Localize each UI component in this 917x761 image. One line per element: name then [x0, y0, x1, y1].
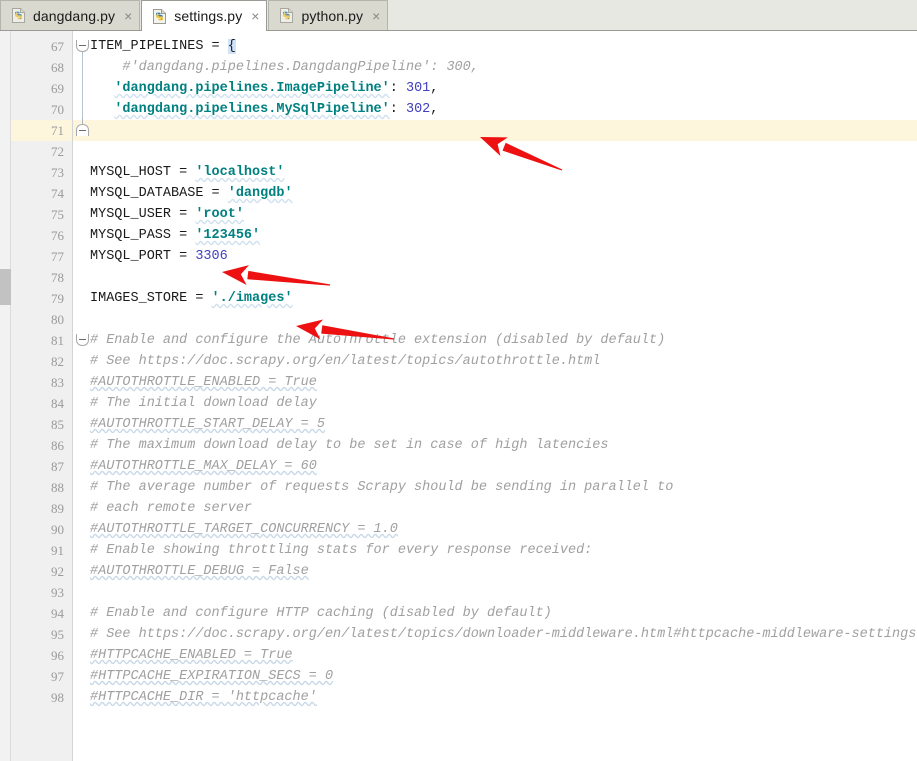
line-number: 69: [51, 81, 64, 96]
line-number: 70: [51, 102, 64, 117]
line-number: 71: [51, 123, 64, 138]
editor-tab-bar: dangdang.py × settings.py × python.py ×: [0, 0, 917, 31]
editor-marker-icon: [1, 33, 10, 42]
editor-tab-dangdang-py[interactable]: dangdang.py ×: [0, 0, 141, 30]
line-number: 85: [51, 417, 64, 432]
line-number: 93: [51, 585, 64, 600]
line-number: 89: [51, 501, 64, 516]
editor-tab-label: settings.py: [174, 8, 243, 24]
code-fold-end-icon[interactable]: [76, 124, 89, 137]
line-number: 87: [51, 459, 64, 474]
line-number: 90: [51, 522, 64, 537]
code-line[interactable]: #AUTOTHROTTLE_ENABLED = True: [90, 372, 317, 393]
close-icon[interactable]: ×: [372, 9, 380, 23]
line-number: 91: [51, 543, 64, 558]
line-number: 83: [51, 375, 64, 390]
close-icon[interactable]: ×: [251, 9, 259, 23]
code-line[interactable]: # Enable showing throttling stats for ev…: [90, 540, 592, 561]
code-line[interactable]: MYSQL_USER = 'root': [90, 204, 244, 225]
code-line[interactable]: # Enable and configure HTTP caching (dis…: [90, 603, 552, 624]
line-number: 77: [51, 249, 64, 264]
line-number: 80: [51, 312, 64, 327]
line-number: 97: [51, 669, 64, 684]
line-number: 96: [51, 648, 64, 663]
line-number: 72: [51, 144, 64, 159]
code-line[interactable]: IMAGES_STORE = './images': [90, 288, 293, 309]
code-line[interactable]: MYSQL_PASS = '123456': [90, 225, 260, 246]
code-line[interactable]: # The maximum download delay to be set i…: [90, 435, 608, 456]
code-line[interactable]: ITEM_PIPELINES = {: [90, 36, 236, 57]
code-line[interactable]: #HTTPCACHE_ENABLED = True: [90, 645, 293, 666]
code-line[interactable]: # each remote server: [90, 498, 252, 519]
indent-guide: [82, 53, 83, 118]
code-line[interactable]: #AUTOTHROTTLE_TARGET_CONCURRENCY = 1.0: [90, 519, 398, 540]
line-number: 82: [51, 354, 64, 369]
line-number: 92: [51, 564, 64, 579]
line-number: 74: [51, 186, 64, 201]
line-number: 67: [51, 39, 64, 54]
line-number: 86: [51, 438, 64, 453]
code-line[interactable]: #AUTOTHROTTLE_DEBUG = False: [90, 561, 309, 582]
code-line[interactable]: # The initial download delay: [90, 393, 317, 414]
code-line[interactable]: # See https://doc.scrapy.org/en/latest/t…: [90, 624, 916, 645]
close-icon[interactable]: ×: [124, 9, 132, 23]
code-line[interactable]: #HTTPCACHE_EXPIRATION_SECS = 0: [90, 666, 333, 687]
line-number: 78: [51, 270, 64, 285]
line-number: 81: [51, 333, 64, 348]
code-line[interactable]: #'dangdang.pipelines.DangdangPipeline': …: [90, 57, 478, 78]
code-line[interactable]: #HTTPCACHE_DIR = 'httpcache': [90, 687, 317, 708]
python-file-icon: [278, 7, 295, 24]
line-number: 73: [51, 165, 64, 180]
code-line[interactable]: MYSQL_HOST = 'localhost': [90, 162, 284, 183]
code-line[interactable]: #AUTOTHROTTLE_MAX_DELAY = 60: [90, 456, 317, 477]
line-number: 75: [51, 207, 64, 222]
editor-tab-label: dangdang.py: [33, 7, 116, 24]
editor-tab-label: python.py: [301, 7, 364, 24]
python-file-icon: [10, 7, 27, 24]
editor-tab-settings-py[interactable]: settings.py ×: [141, 0, 268, 31]
line-number: 68: [51, 60, 64, 75]
line-number: 76: [51, 228, 64, 243]
code-line[interactable]: 'dangdang.pipelines.ImagePipeline': 301,: [90, 78, 438, 99]
line-number: 84: [51, 396, 64, 411]
code-line[interactable]: MYSQL_PORT = 3306: [90, 246, 228, 267]
code-editor[interactable]: 67 68 69 70 71 72 73 74 75 76 77 78 79 80 81 82 83 84 85 86…: [0, 31, 917, 761]
line-number: 98: [51, 690, 64, 705]
current-line-highlight: [73, 120, 917, 141]
editor-window: dangdang.py × settings.py × python.py × 67 68 6…: [0, 0, 917, 761]
code-line[interactable]: # Enable and configure the AutoThrottle …: [90, 330, 665, 351]
editor-tab-python-py[interactable]: python.py ×: [268, 0, 389, 30]
line-number: 88: [51, 480, 64, 495]
code-line[interactable]: # See https://doc.scrapy.org/en/latest/t…: [90, 351, 600, 372]
code-fold-collapse-icon[interactable]: [76, 334, 89, 347]
line-number: 94: [51, 606, 64, 621]
code-line[interactable]: 'dangdang.pipelines.MySqlPipeline': 302,: [90, 99, 438, 120]
editor-gutter[interactable]: 67 68 69 70 71 72 73 74 75 76 77 78 79 80 81 82 83 84 85 86…: [11, 31, 72, 761]
python-file-icon: [151, 8, 168, 25]
line-number: 79: [51, 291, 64, 306]
code-line[interactable]: #AUTOTHROTTLE_START_DELAY = 5: [90, 414, 325, 435]
line-number: 95: [51, 627, 64, 642]
code-line[interactable]: # The average number of requests Scrapy …: [90, 477, 673, 498]
code-line[interactable]: MYSQL_DATABASE = 'dangdb': [90, 183, 293, 204]
